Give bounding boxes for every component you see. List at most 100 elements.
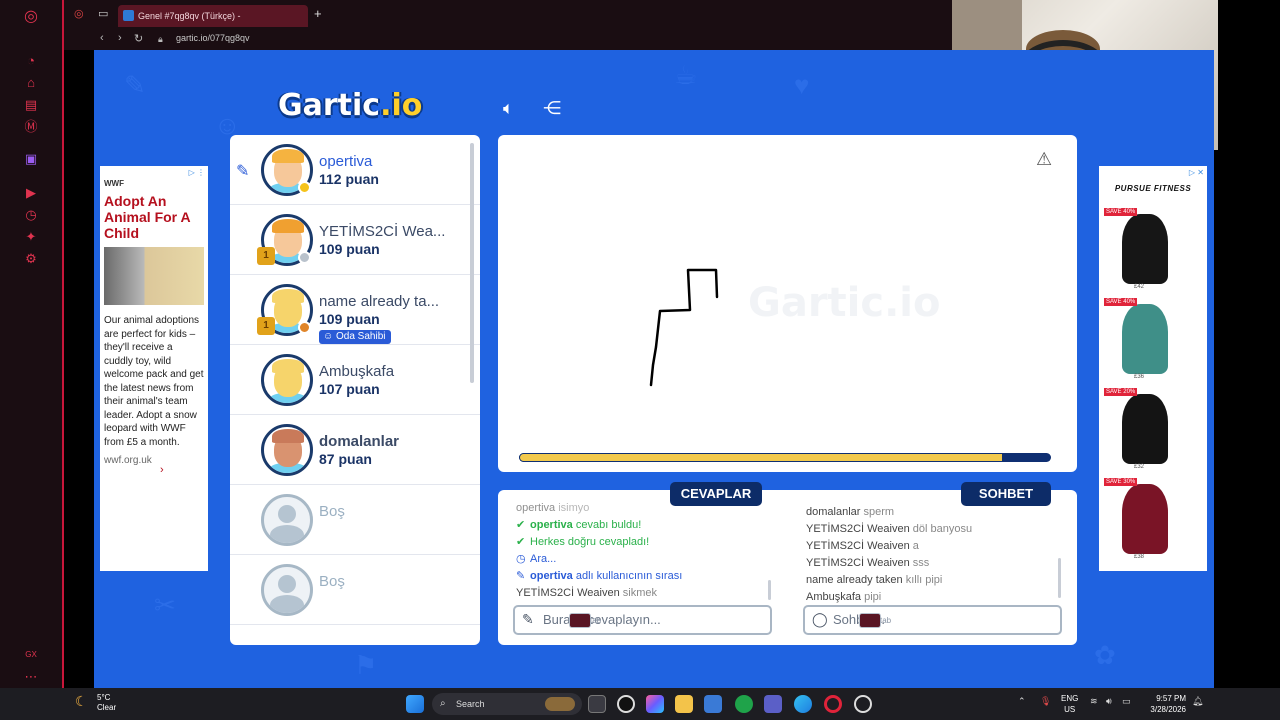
avatar-hair xyxy=(272,289,304,303)
settings-icon[interactable]: ⚙ xyxy=(20,248,42,270)
back-icon[interactable]: ‹ xyxy=(100,32,104,44)
chat-log-entry: domalanlar sperm xyxy=(806,504,972,521)
tab-gartic[interactable]: Genel #7qg8qv (Türkçe) - xyxy=(118,5,308,27)
new-tab-icon[interactable]: + xyxy=(314,6,322,21)
ad-product[interactable]: SAVE 20% £32 xyxy=(1104,388,1186,474)
gx-icon[interactable]: GX xyxy=(20,644,42,666)
player-row[interactable]: Ambuşkafa 107 puan xyxy=(230,345,480,415)
twitch-icon[interactable]: ▣ xyxy=(20,148,42,170)
store-icon[interactable]: ⌂ xyxy=(20,72,42,94)
volume-icon[interactable]: 🔊︎ xyxy=(1106,696,1112,707)
notification-icon[interactable]: 🔔︎ xyxy=(1192,696,1203,707)
players-scrollbar[interactable] xyxy=(470,143,474,383)
chevron-up-icon[interactable]: ⌃ xyxy=(1018,696,1026,707)
pencil-icon: ✎ xyxy=(516,570,526,582)
ad-choices-icon[interactable]: ▷ ✕ xyxy=(1189,168,1204,177)
product-price: £42 xyxy=(1134,284,1145,290)
pencil-drawing-icon: ✎ xyxy=(236,163,250,180)
avatar[interactable] xyxy=(261,564,313,616)
player-row[interactable]: domalanlar 87 puan xyxy=(230,415,480,485)
player-points: 112 puan xyxy=(319,171,379,187)
room-owner-badge: ☺ Oda Sahibi xyxy=(319,330,392,344)
news-icon[interactable]: ▤ xyxy=(20,94,42,116)
product-price: £36 xyxy=(1134,374,1145,380)
battery-icon[interactable]: ▭ xyxy=(1122,696,1131,707)
chevron-right-icon[interactable]: › xyxy=(160,464,164,476)
ad-headline[interactable]: Adopt An Animal For A Child xyxy=(104,193,204,241)
teams-icon[interactable] xyxy=(764,695,782,713)
player-name: Boş xyxy=(319,503,345,520)
address-bar: ‹ › ↻ 🔒︎ gartic.io/077qg8qv xyxy=(64,30,952,50)
chat-scrollbar[interactable] xyxy=(1058,558,1061,598)
answer-log-entry: ✔ Herkes doğru cevapladı! xyxy=(516,534,682,551)
forward-icon[interactable]: › xyxy=(118,32,122,44)
speed-dial-icon[interactable]: ◔ xyxy=(20,50,42,72)
timer-bar-fill xyxy=(519,453,1004,462)
edge-icon[interactable] xyxy=(794,695,812,713)
url-text[interactable]: gartic.io/077qg8qv xyxy=(176,33,250,43)
opera-gx-taskbar-icon[interactable] xyxy=(824,695,842,713)
avatar-hair xyxy=(272,359,304,373)
drawing-canvas[interactable]: Gartic.io ⚠ xyxy=(498,135,1077,472)
log-user: opertiva xyxy=(530,570,573,582)
answer-input-box[interactable]: ✎ tab xyxy=(513,605,772,635)
reload-icon[interactable]: ↻ xyxy=(134,32,143,45)
task-view-icon[interactable] xyxy=(588,695,606,713)
share-icon[interactable]: ⋲ xyxy=(543,98,565,120)
clock[interactable]: 9:57 PM 3/28/2026 xyxy=(1142,693,1186,715)
product-price: £38 xyxy=(1134,554,1145,560)
more-icon[interactable]: ⋯ xyxy=(20,666,42,688)
answers-scrollbar[interactable] xyxy=(768,580,771,600)
player-row[interactable]: 1 name already ta... 109 puan ☺ Oda Sahibi xyxy=(230,275,480,345)
ad-choices-icon[interactable]: ▷ ⋮ xyxy=(189,168,205,177)
avatar[interactable] xyxy=(261,424,313,476)
player-slot-empty[interactable]: Boş xyxy=(230,485,480,555)
lock-icon: 🔒︎ xyxy=(158,34,163,44)
ad-product[interactable]: SAVE 40% £36 xyxy=(1104,298,1186,384)
product-badge: SAVE 30% xyxy=(1104,478,1138,486)
room-owner-label: Oda Sahibi xyxy=(336,331,386,342)
language-indicator[interactable]: ENG US xyxy=(1061,693,1078,715)
obs-icon[interactable] xyxy=(854,695,872,713)
player-name: Boş xyxy=(319,573,345,590)
copilot-icon[interactable] xyxy=(646,695,664,713)
pattern-icon: ☕ xyxy=(674,60,698,90)
extensions-icon[interactable]: ✦ xyxy=(20,226,42,248)
xbox-icon[interactable] xyxy=(735,695,753,713)
player-name: domalanlar xyxy=(319,433,400,450)
file-explorer-icon[interactable] xyxy=(675,695,693,713)
gartic-logo[interactable]: Gartic.io xyxy=(278,88,422,123)
avatar[interactable] xyxy=(261,354,313,406)
chat-user: YETİMS2Cİ Weaiven xyxy=(806,557,910,569)
player-icon[interactable]: ▶ xyxy=(20,182,42,204)
log-text: Ara... xyxy=(530,553,557,565)
avatar[interactable] xyxy=(261,494,313,546)
microphone-icon[interactable]: 🎙︎ xyxy=(1040,696,1051,707)
opera-logo-icon[interactable]: ◎ xyxy=(20,6,42,28)
ad-image[interactable] xyxy=(104,247,204,305)
search-icon: ⌕ xyxy=(440,698,446,709)
ad-product[interactable]: SAVE 30% £38 xyxy=(1104,478,1186,564)
player-slot-empty[interactable]: Boş xyxy=(230,555,480,625)
chat-user: Ambuşkafa xyxy=(806,591,862,603)
ad-right[interactable]: ▷ ✕ PURSUE FITNESS SAVE 40% £42 SAVE 40% £3… xyxy=(1099,166,1207,571)
workspaces-icon[interactable]: ▭ xyxy=(98,7,108,20)
store-app-icon[interactable] xyxy=(704,695,722,713)
history-icon[interactable]: ◷ xyxy=(20,204,42,226)
check-icon: ✔ xyxy=(516,536,526,548)
sound-icon[interactable]: 🔈︎ xyxy=(503,98,527,120)
dell-icon[interactable] xyxy=(617,695,635,713)
ad-domain[interactable]: wwf.org.uk xyxy=(104,455,204,466)
wifi-icon[interactable]: ≋ xyxy=(1090,696,1098,707)
player-row[interactable]: 1 YETİMS2Cİ Wea... 109 puan xyxy=(230,205,480,275)
mail-icon[interactable]: Ⓜ xyxy=(20,116,42,138)
ad-left[interactable]: ▷ ⋮ WWF Adopt An Animal For A Child Our … xyxy=(100,166,208,571)
opera-menu-icon[interactable]: ◎ xyxy=(74,7,84,20)
ad-product[interactable]: SAVE 40% £42 xyxy=(1104,208,1186,294)
chat-text: sss xyxy=(912,557,930,569)
player-name: Ambuşkafa xyxy=(319,363,395,380)
ad-copy: Our animal adoptions are perfect for kid… xyxy=(104,315,204,448)
chat-input-box[interactable]: ◯ tab xyxy=(803,605,1062,635)
player-row[interactable]: ✎ opertiva 112 puan xyxy=(230,135,480,205)
windows-start-icon[interactable] xyxy=(406,695,424,713)
